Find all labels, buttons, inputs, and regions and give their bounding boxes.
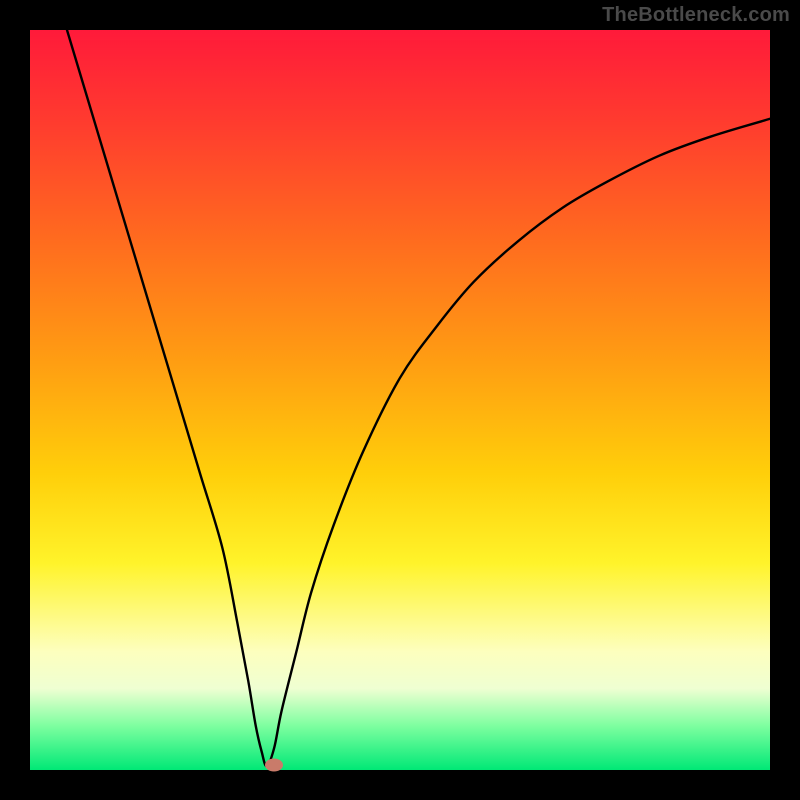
watermark-text: TheBottleneck.com [602,4,790,27]
bottleneck-curve [67,30,770,766]
curve-svg [30,30,770,770]
chart-frame: TheBottleneck.com [0,0,800,800]
optimal-point-marker [265,758,283,771]
plot-area [30,30,770,770]
